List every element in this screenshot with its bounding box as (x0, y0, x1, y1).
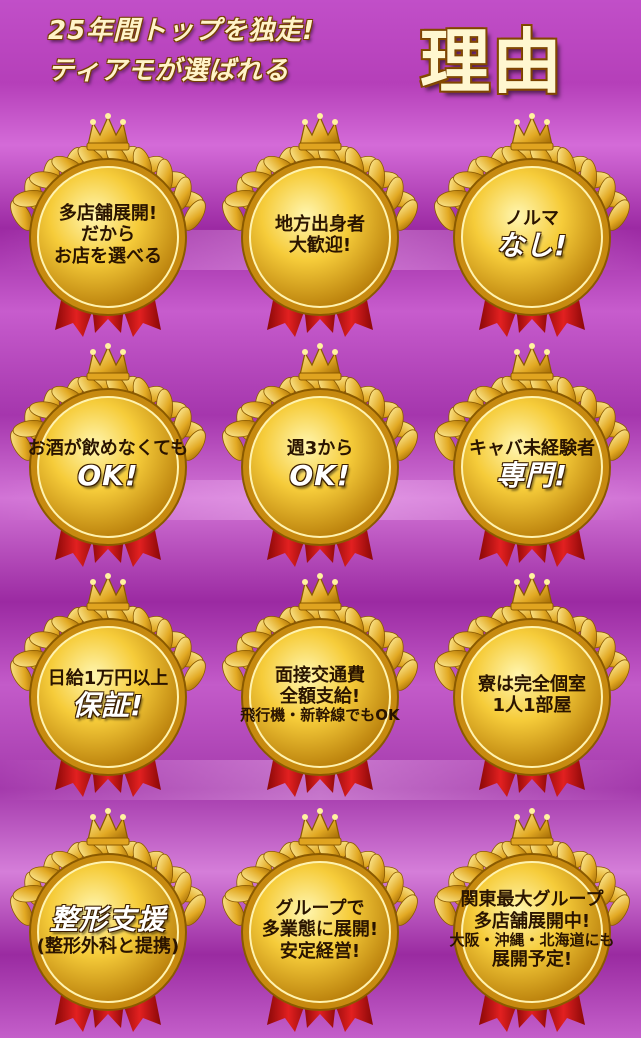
medal-line: ノルマ (505, 207, 559, 229)
medal-badge: 整形支援 (整形外科と提携) (3, 800, 213, 1035)
medal-line: (整形外科と提携) (36, 935, 180, 957)
header-big-title: 理由 (420, 20, 564, 103)
medal-line: 多業態に展開! (261, 919, 379, 941)
medal-line: 関東最大グループ (460, 889, 604, 911)
medal-badge: キャバ未経験者 専門! (427, 335, 637, 570)
medal-badge: 地方出身者 大歓迎! (215, 105, 425, 340)
medal-line: お店を選べる (54, 245, 162, 267)
medal-line: 多店舗展開中! (473, 910, 591, 932)
medal-line: OK! (77, 459, 139, 493)
medal-line: 週3から (286, 437, 354, 459)
medal-line: 大歓迎! (288, 235, 352, 256)
medal-line: 整形支援 (49, 902, 166, 936)
medal-line: 面接交通費 (275, 664, 365, 686)
medal-badge: 関東最大グループ 多店舗展開中! 大阪・沖縄・北海道にも 展開予定! (427, 800, 637, 1035)
header-line-2: ティアモが選ばれる (48, 56, 290, 86)
medal-line: 保証! (72, 689, 144, 723)
medal-text: 地方出身者 大歓迎! (225, 170, 415, 300)
medal-text: 週3から OK! (225, 400, 415, 530)
medal-line: なし! (496, 229, 568, 263)
medal-badge: 多店舗展開! だから お店を選べる (3, 105, 213, 340)
medal-line: 多店舗展開! (58, 203, 158, 225)
medal-badge: 日給1万円以上 保証! (3, 565, 213, 800)
medal-line: OK! (289, 459, 351, 493)
medal-badge: 面接交通費 全額支給! 飛行機・新幹線でもOK (215, 565, 425, 800)
medal-text: 整形支援 (整形外科と提携) (13, 865, 203, 995)
medal-badge: 寮は完全個室 1人1部屋 (427, 565, 637, 800)
medal-line: 寮は完全個室 (478, 673, 586, 695)
header-line-1: 25年間トップを独走! (48, 16, 316, 46)
medal-line: キャバ未経験者 (469, 437, 595, 459)
medal-line: 地方出身者 (275, 213, 365, 235)
medal-badge: 週3から OK! (215, 335, 425, 570)
medal-text: 多店舗展開! だから お店を選べる (13, 170, 203, 300)
medal-line: お酒が飲めなくても (27, 437, 189, 459)
medal-text: お酒が飲めなくても OK! (13, 400, 203, 530)
medal-line: 1人1部屋 (492, 695, 572, 716)
medal-line: 大阪・沖縄・北海道にも (449, 930, 615, 949)
medal-line: だから (81, 224, 135, 246)
medal-text: 関東最大グループ 多店舗展開中! 大阪・沖縄・北海道にも 展開予定! (437, 865, 627, 995)
medal-text: グループで 多業態に展開! 安定経営! (225, 865, 415, 995)
medal-text: 日給1万円以上 保証! (13, 630, 203, 760)
medal-text: 寮は完全個室 1人1部屋 (437, 630, 627, 760)
medal-text: 面接交通費 全額支給! 飛行機・新幹線でもOK (225, 630, 415, 760)
medal-line: 飛行機・新幹線でもOK (240, 706, 400, 725)
medal-line: グループで (275, 898, 365, 920)
medal-badge: グループで 多業態に展開! 安定経営! (215, 800, 425, 1035)
medal-line: 専門! (496, 459, 568, 493)
medal-badge: お酒が飲めなくても OK! (3, 335, 213, 570)
medal-line: 展開予定! (491, 949, 573, 971)
header-banner: 25年間トップを独走! ティアモが選ばれる 理由 (0, 0, 641, 103)
medal-line: 安定経営! (279, 940, 361, 962)
medal-line: 全額支給! (279, 686, 361, 708)
medal-text: キャバ未経験者 専門! (437, 400, 627, 530)
medal-badge: ノルマ なし! (427, 105, 637, 340)
medal-line: 日給1万円以上 (47, 667, 169, 689)
medal-text: ノルマ なし! (437, 170, 627, 300)
